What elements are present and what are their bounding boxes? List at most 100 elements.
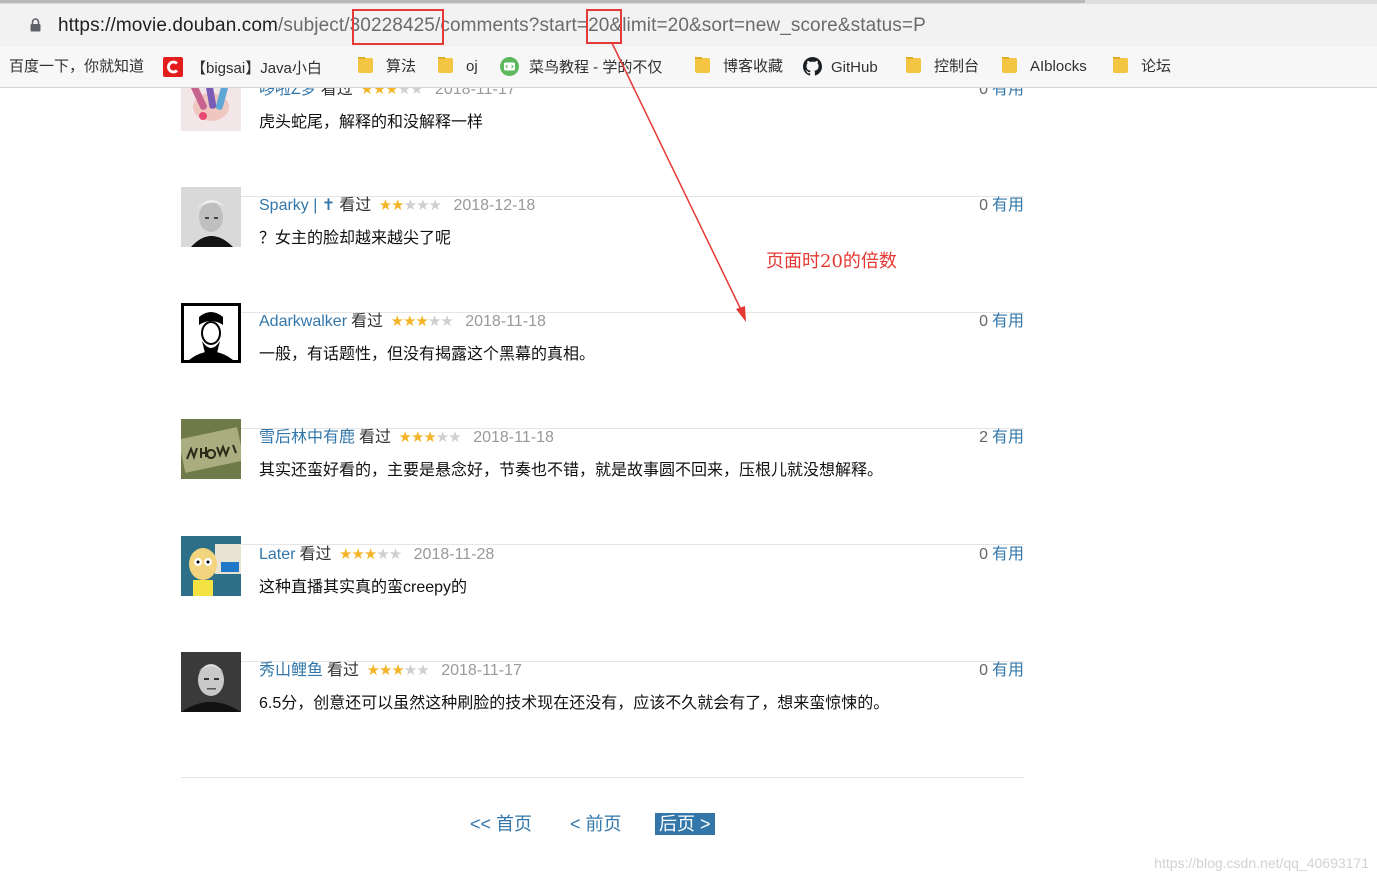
bookmark-label: 论坛 (1141, 58, 1172, 75)
bookmark-label: 控制台 (934, 58, 980, 75)
watch-status: 看过 (359, 429, 392, 446)
avatar[interactable] (181, 187, 241, 247)
bookmark-label: 菜鸟教程 - 学的不仅 (529, 59, 663, 76)
bookmark-algorithms[interactable]: 算法 (358, 57, 416, 77)
comment-date: 2018-11-18 (465, 313, 546, 330)
bookmark-label: 博客收藏 (723, 58, 784, 75)
vote-area: 0 有用 (979, 312, 1024, 332)
useful-link[interactable]: 有用 (992, 662, 1024, 679)
bookmark-bigsai[interactable]: 【bigsai】Java小白 (163, 57, 335, 77)
useful-link[interactable]: 有用 (992, 313, 1024, 330)
watch-status: 看过 (320, 88, 353, 98)
github-icon (803, 57, 822, 76)
star-empty-icon: ★ (403, 197, 417, 214)
useful-link[interactable]: 有用 (992, 88, 1024, 98)
folder-icon (358, 57, 373, 73)
comment-text: 一般，有话题性，但没有揭露这个黑幕的真相。 (259, 346, 596, 363)
vote-count: 0 (979, 546, 988, 563)
comment-author-link[interactable]: 哆啦Z梦 (259, 88, 317, 98)
address-bar[interactable]: https://movie.douban.com/subject/3022842… (0, 4, 1377, 47)
watch-status: 看过 (327, 662, 360, 679)
vote-area: 0 有用 (979, 196, 1024, 216)
url-path: /subject/30228425/comments?start=20&limi… (277, 15, 926, 36)
avatar[interactable] (181, 419, 241, 479)
rating-stars: ★★★★★ (360, 88, 423, 100)
url-text[interactable]: https://movie.douban.com/subject/3022842… (58, 13, 926, 39)
avatar[interactable] (181, 536, 241, 596)
useful-link[interactable]: 有用 (992, 197, 1024, 214)
star-filled-icon: ★ (423, 429, 436, 446)
star-filled-icon: ★ (398, 429, 411, 446)
comment-text: 虎头蛇尾，解释的和没解释一样 (259, 114, 484, 131)
comment-author-link[interactable]: 雪后林中有鹿 (259, 429, 355, 446)
prev-page-link[interactable]: < 前页 (570, 813, 622, 835)
star-empty-icon: ★ (416, 662, 429, 679)
lock-icon (30, 18, 41, 32)
rating-stars: ★★★★★ (378, 196, 442, 216)
rating-stars: ★★★★★ (366, 661, 429, 681)
bookmark-label: GitHub (831, 59, 878, 76)
vote-count: 0 (979, 197, 988, 214)
bookmark-blog-favorites[interactable]: 博客收藏 (695, 57, 783, 77)
comment-author-link[interactable]: Adarkwalker (259, 313, 347, 330)
star-empty-icon: ★ (410, 88, 423, 98)
comment-item: 秀山鲤鱼 看过 ★★★★★ 2018-11-17 0 有用 6.5分，创意还可以虽然… (181, 652, 1024, 778)
star-filled-icon: ★ (360, 88, 373, 98)
rating-stars: ★★★★★ (338, 545, 402, 565)
comment-text: 这种直播其实真的蛮creepy的 (259, 579, 468, 596)
useful-link[interactable]: 有用 (992, 546, 1024, 563)
star-empty-icon: ★ (376, 546, 389, 563)
bookmark-github[interactable]: GitHub (803, 57, 878, 77)
vote-area: 2 有用 (979, 428, 1024, 448)
vote-count: 0 (979, 88, 988, 98)
comment-author-link[interactable]: Sparky | ✝ (259, 197, 335, 214)
vote-area: 0 有用 (979, 661, 1024, 681)
csdn-icon (163, 57, 183, 77)
star-filled-icon: ★ (402, 313, 416, 330)
avatar[interactable] (181, 652, 241, 712)
comment-meta: 哆啦Z梦 看过 ★★★★★ 2018-11-17 (259, 88, 516, 100)
star-filled-icon: ★ (366, 662, 379, 679)
star-filled-icon: ★ (378, 197, 392, 214)
avatar[interactable] (181, 303, 241, 363)
runoob-icon (500, 57, 519, 76)
comment-item: Sparky | ✝ 看过 ★★★★★ 2018-12-18 0 有用 ？女主的脸却… (181, 187, 1024, 313)
star-filled-icon: ★ (385, 88, 398, 98)
comment-item: Adarkwalker 看过 ★★★★★ 2018-11-18 0 有用 一般，有话… (181, 303, 1024, 429)
comment-author-link[interactable]: 秀山鲤鱼 (259, 662, 323, 679)
star-filled-icon: ★ (415, 313, 428, 330)
comment-author-link[interactable]: Later (259, 546, 295, 563)
star-filled-icon: ★ (410, 429, 424, 446)
bookmark-console[interactable]: 控制台 (906, 57, 979, 77)
avatar[interactable] (181, 88, 241, 131)
comment-date: 2018-11-18 (473, 429, 554, 446)
bookmark-label: 算法 (386, 58, 417, 75)
star-empty-icon: ★ (428, 197, 442, 214)
star-empty-icon: ★ (427, 313, 441, 330)
vote-count: 0 (979, 662, 988, 679)
star-filled-icon: ★ (351, 546, 364, 563)
comment-text: ？女主的脸却越来越尖了呢 (259, 230, 452, 247)
star-filled-icon: ★ (338, 546, 352, 563)
bookmark-forum[interactable]: 论坛 (1113, 57, 1171, 77)
bookmark-oj[interactable]: oj (438, 57, 478, 77)
bookmark-label: oj (466, 58, 478, 75)
next-page-button[interactable]: 后页 > (655, 813, 715, 835)
star-empty-icon: ★ (440, 313, 453, 330)
watermark-text: https://blog.csdn.net/qq_40693171 (1154, 855, 1369, 871)
bookmark-aiblocks[interactable]: AIblocks (1002, 57, 1087, 77)
folder-icon (906, 57, 921, 73)
first-page-link[interactable]: << 首页 (470, 813, 532, 835)
useful-link[interactable]: 有用 (992, 429, 1024, 446)
star-empty-icon: ★ (388, 546, 402, 563)
watch-status: 看过 (299, 546, 332, 563)
bookmark-runoob[interactable]: 菜鸟教程 - 学的不仅 (500, 57, 672, 77)
comment-item: 雪后林中有鹿 看过 ★★★★★ 2018-11-18 2 有用 其实还蛮好看的，主要… (181, 419, 1024, 545)
vote-area: 0 有用 (979, 545, 1024, 565)
vote-count: 0 (979, 313, 988, 330)
bookmark-label: AIblocks (1030, 58, 1087, 75)
comment-date: 2018-12-18 (453, 197, 536, 214)
comment-text: 6.5分，创意还可以虽然这种刷脸的技术现在还没有，应该不久就会有了，想来蛮惊悚的… (259, 695, 890, 712)
rating-stars: ★★★★★ (398, 428, 461, 448)
bookmark-baidu[interactable]: 百度一下，你就知道 (9, 57, 149, 77)
